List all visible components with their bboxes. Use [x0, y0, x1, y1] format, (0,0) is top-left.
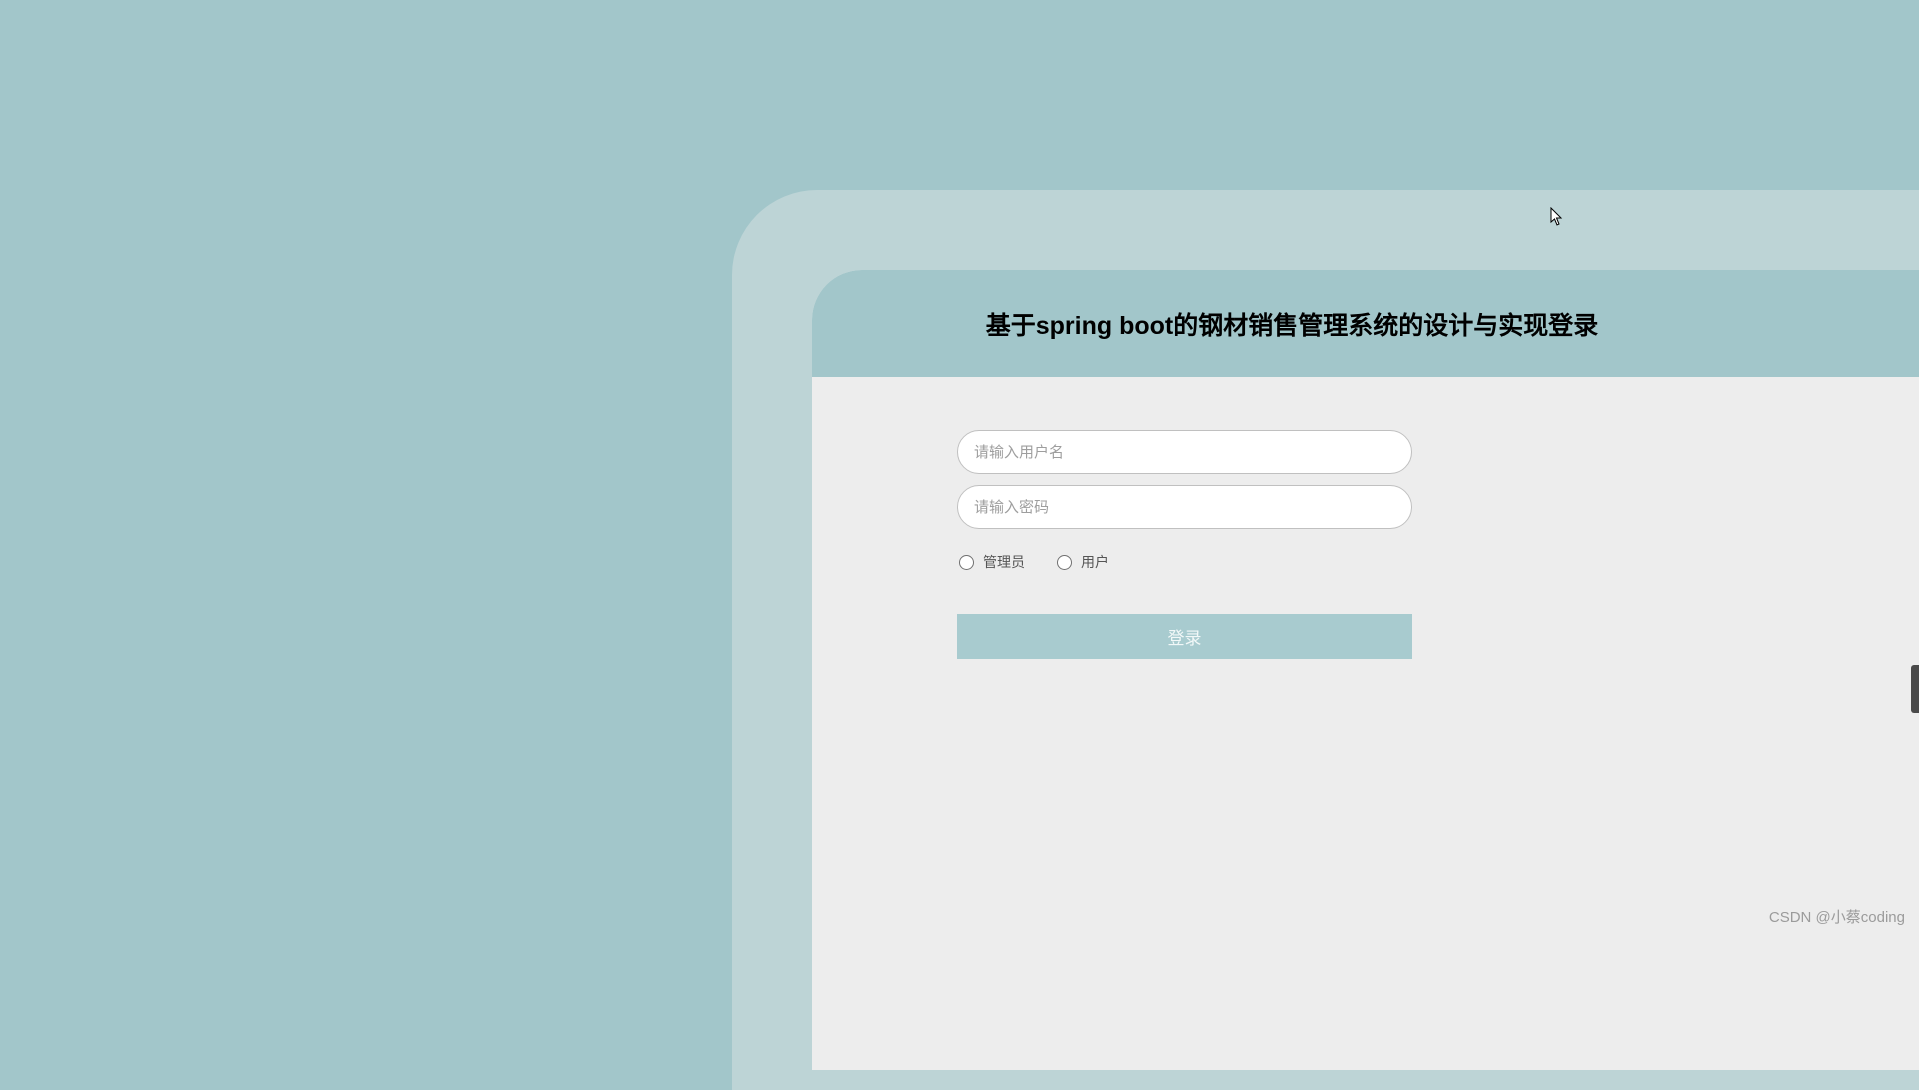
login-button[interactable]: 登录 — [957, 614, 1412, 659]
role-radio-admin[interactable]: 管理员 — [959, 552, 1025, 572]
radio-icon — [1057, 555, 1072, 570]
page-title: 基于spring boot的钢材销售管理系统的设计与实现登录 — [986, 306, 1598, 342]
role-radio-user[interactable]: 用户 — [1057, 552, 1109, 572]
username-input[interactable] — [957, 430, 1412, 474]
password-input[interactable] — [957, 485, 1412, 529]
login-form: 管理员 用户 登录 — [957, 430, 1412, 659]
role-radio-group: 管理员 用户 — [957, 552, 1412, 572]
login-panel: 基于spring boot的钢材销售管理系统的设计与实现登录 管理员 用户 登录 — [812, 270, 1919, 1070]
role-user-label: 用户 — [1081, 552, 1109, 572]
header-bar: 基于spring boot的钢材销售管理系统的设计与实现登录 — [812, 270, 1919, 377]
role-admin-label: 管理员 — [983, 552, 1025, 572]
side-widget[interactable] — [1911, 665, 1919, 713]
watermark: CSDN @小蔡coding — [1769, 906, 1905, 927]
radio-icon — [959, 555, 974, 570]
